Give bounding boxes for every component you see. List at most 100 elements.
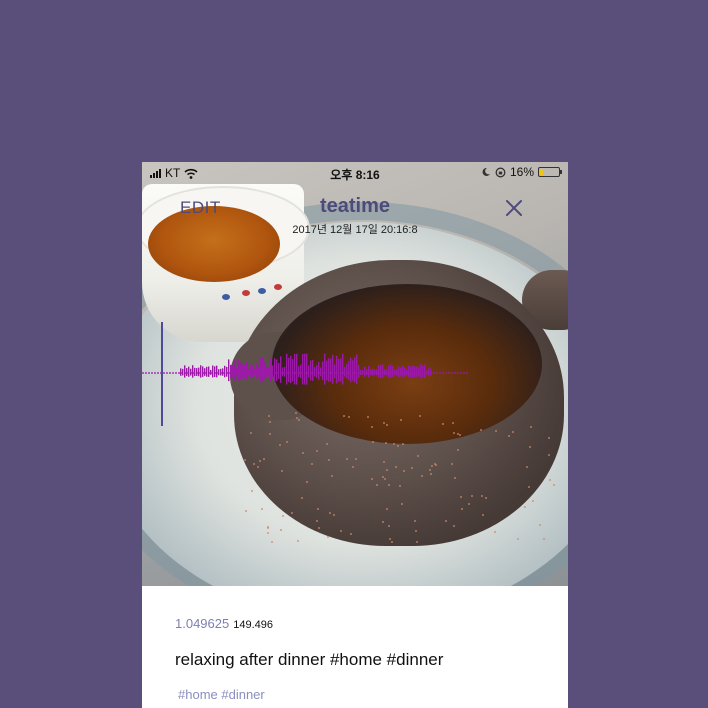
orientation-lock-icon [495,167,506,177]
waveform-bar [272,365,274,378]
waveform-bar [234,360,236,381]
waveform-bar [342,353,344,385]
waveform-bar [316,365,318,378]
waveform-bar [288,357,290,383]
waveform-bar [284,366,286,377]
post-tags[interactable]: #home #dinner [178,687,265,702]
longitude-value: 149.496 [233,619,273,631]
waveform-bar [394,370,396,375]
waveform-bar [366,369,368,376]
waveform-bar [196,368,198,376]
waveform-bar [400,367,402,377]
waveform-bar [374,369,376,375]
waveform-bar [430,368,432,376]
waveform-bar [224,365,226,378]
waveform-bar [326,360,328,381]
waveform-bar [318,361,320,380]
waveform-bar [270,358,272,382]
waveform-bar [206,366,208,377]
waveform-bar [330,358,332,382]
waveform-bar [422,365,424,378]
waveform-bar [360,369,362,375]
waveform-bar [308,365,310,378]
waveform-bar [220,368,222,376]
waveform-bar [416,366,418,377]
waveform-bar [276,359,278,382]
waveform-bar [368,365,370,378]
waveform-bar [208,366,210,377]
waveform-bar [216,365,218,378]
cup-decoration [274,284,282,290]
waveform-bar [350,357,352,383]
waveform-bar [186,368,188,376]
waveform-bar [278,363,280,379]
waveform-bar [310,360,312,381]
waveform-bar [402,365,404,378]
waveform-bar [238,360,240,381]
waveform-bar [420,364,422,379]
post-caption: relaxing after dinner #home #dinner [175,650,444,669]
waveform-bar [424,364,426,379]
waveform-bar [378,365,380,378]
waveform-bar [398,366,400,377]
waveform-bar [204,368,206,376]
waveform-bar [222,368,224,376]
waveform-bar [376,369,378,376]
waveform-bar [414,366,416,378]
waveform-bar [192,365,194,378]
waveform-bar [300,364,302,379]
waveform-bar [246,362,248,380]
waveform-bar [210,369,212,375]
waveform-bar [392,366,394,378]
waveform-bar [338,359,340,382]
waveform-bar [332,354,334,384]
waveform-bar [426,370,428,375]
waveform-bar [410,366,412,378]
waveform-bar [384,369,386,376]
post-datetime: 2017년 12월 17일 20:16:8 [292,224,418,236]
waveform-bar [302,354,304,385]
waveform-bar [346,364,348,379]
waveform-bar [212,365,214,378]
waveform-bar [290,355,292,384]
waveform-bar [274,358,276,382]
post-info-card: 1.049625 149.496 relaxing after dinner #h… [142,586,568,708]
waveform-bar [388,365,390,378]
waveform-bar [240,362,242,380]
waveform-bar [292,359,294,382]
waveform-bar [372,368,374,376]
waveform-bar [294,353,296,385]
waveform-bar [352,360,354,381]
cup-decoration [258,288,266,294]
waveform-bar [190,368,192,376]
waveform-bar [348,361,350,380]
waveform-bar [252,365,254,378]
waveform-bar [188,366,190,377]
waveform-bar [386,369,388,376]
waveform-bar [298,366,300,378]
waveform-bar [248,368,250,376]
waveform-bar [256,363,258,379]
waveform-bar [354,357,356,383]
status-right: 16% [481,165,562,179]
waveform-bar [306,353,308,385]
location-coordinates: 1.049625 149.496 [175,616,273,631]
waveform-bar [336,355,338,384]
waveform-bar [396,369,398,376]
close-icon[interactable] [502,196,526,220]
waveform-bar [228,359,230,382]
cup-decoration [242,290,250,296]
waveform-bar [334,364,336,379]
moon-icon [482,167,490,176]
waveform-bar [242,362,244,380]
waveform-bar [362,370,364,375]
audio-waveform[interactable] [142,312,568,432]
waveform-bar [180,368,182,376]
waveform-bar [356,354,358,385]
post-detail-screen: KT 오후 8:16 16% EDIT teatime 2017년 12월 17… [142,162,568,708]
waveform-bar [194,367,196,377]
waveform-bar [404,367,406,377]
waveform-bar [200,365,202,378]
waveform-bar [184,365,186,378]
waveform-bar [254,368,256,376]
